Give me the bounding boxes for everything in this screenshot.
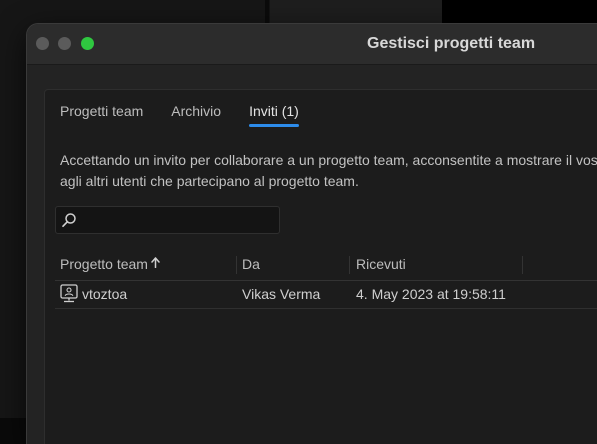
search-input[interactable] bbox=[82, 210, 276, 232]
cell-from: Vikas Verma bbox=[242, 286, 321, 302]
table-row[interactable]: vtoztoa Vikas Verma 4. May 2023 at 19:58… bbox=[55, 281, 597, 309]
invites-panel: Progetti team Archivio Inviti (1) Accettan… bbox=[44, 89, 597, 444]
column-divider[interactable] bbox=[236, 256, 237, 274]
team-project-icon bbox=[60, 284, 78, 303]
column-divider[interactable] bbox=[349, 256, 350, 274]
tab-bar: Progetti team Archivio Inviti (1) bbox=[60, 103, 327, 129]
tab-invites[interactable]: Inviti (1) bbox=[249, 103, 299, 127]
cell-project-name: vtoztoa bbox=[82, 286, 128, 302]
search-icon bbox=[62, 213, 76, 228]
column-header-received[interactable]: Ricevuti bbox=[356, 256, 406, 272]
invites-table: Progetto team Da Ricevuti vtoztoa Vikas … bbox=[55, 250, 597, 309]
table-header: Progetto team Da Ricevuti bbox=[55, 250, 597, 281]
column-header-from[interactable]: Da bbox=[242, 256, 260, 272]
window-title: Gestisci progetti team bbox=[367, 35, 536, 52]
description-line-2: agli altri utenti che partecipano al pro… bbox=[60, 173, 359, 189]
column-header-label: Progetto team bbox=[60, 256, 148, 272]
tab-team-projects[interactable]: Progetti team bbox=[60, 103, 143, 125]
arrow-up-icon bbox=[151, 257, 160, 268]
column-divider[interactable] bbox=[522, 256, 523, 274]
description-line-1: Accettando un invito per collaborare a u… bbox=[60, 152, 597, 168]
tab-archive[interactable]: Archivio bbox=[171, 103, 221, 125]
cell-received: 4. May 2023 at 19:58:11 bbox=[356, 286, 506, 302]
search-box[interactable] bbox=[55, 206, 280, 234]
title-bar[interactable]: Gestisci progetti team bbox=[27, 24, 597, 65]
invite-description: Accettando un invito per collaborare a u… bbox=[60, 150, 597, 192]
manage-team-projects-dialog: Gestisci progetti team Progetti team Arch… bbox=[27, 24, 597, 444]
column-header-team-project[interactable]: Progetto team bbox=[60, 256, 160, 272]
